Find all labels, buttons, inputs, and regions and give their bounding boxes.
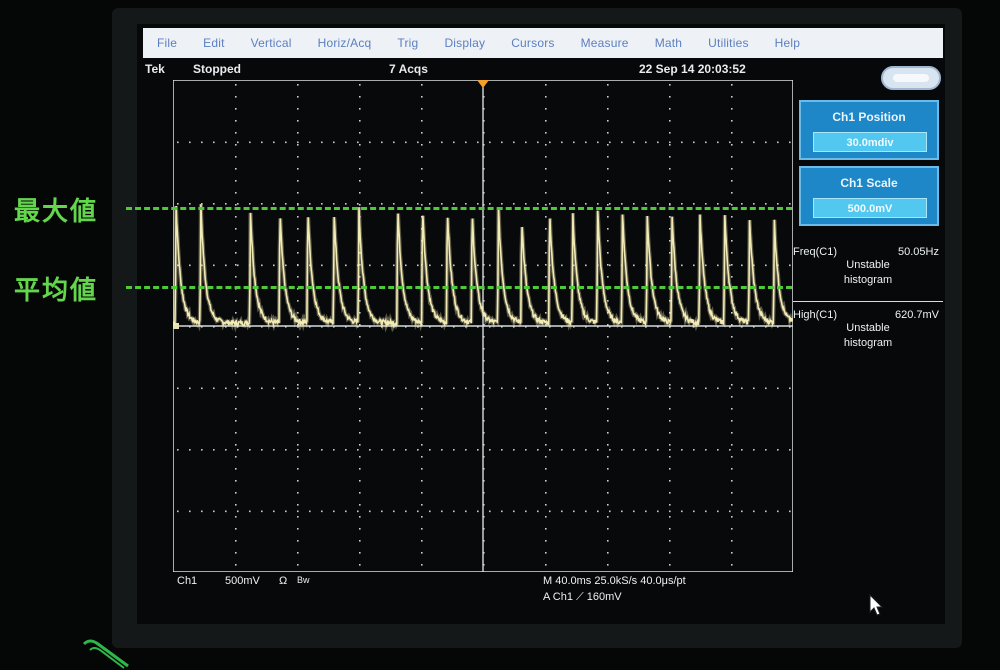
menu-cursors[interactable]: Cursors <box>511 36 554 50</box>
ch1-position-value[interactable]: 30.0mdiv <box>813 132 927 152</box>
menu-bar: File Edit Vertical Horiz/Acq Trig Displa… <box>143 28 943 58</box>
menu-utilities[interactable]: Utilities <box>708 36 748 50</box>
measurement-freq[interactable]: Freq(C1) 50.05Hz Unstable histogram <box>793 246 943 288</box>
channel-label[interactable]: Ch1 <box>177 575 197 587</box>
menu-horiz-acq[interactable]: Horiz/Acq <box>318 36 372 50</box>
measurement-name: Freq(C1) <box>793 246 838 258</box>
ch1-scale-value[interactable]: 500.0mV <box>813 198 927 218</box>
menu-math[interactable]: Math <box>655 36 682 50</box>
horizontal-settings[interactable]: M 40.0ms 25.0kS/s 40.0μs/pt <box>543 575 686 587</box>
measurement-divider <box>793 301 943 302</box>
oscilloscope-screen: File Edit Vertical Horiz/Acq Trig Displa… <box>137 24 945 624</box>
coupling-icon: Ω <box>279 575 288 587</box>
menu-trig[interactable]: Trig <box>397 36 418 50</box>
ch1-scale-panel[interactable]: Ch1 Scale 500.0mV <box>799 166 939 226</box>
status-bar: Tek Stopped 7 Acqs 22 Sep 14 20:03:52 <box>137 62 945 78</box>
waveform-graticule <box>173 80 793 572</box>
mouse-pointer-icon <box>869 594 884 616</box>
acquisition-count: 7 Acqs <box>389 62 428 76</box>
average-value-line <box>126 286 792 289</box>
ch1-position-title: Ch1 Position <box>832 110 906 124</box>
menu-file[interactable]: File <box>157 36 177 50</box>
ch1-scale-title: Ch1 Scale <box>840 176 898 190</box>
measurement-name: High(C1) <box>793 309 838 321</box>
measurement-note: histogram <box>843 274 893 286</box>
bandwidth-icon: Bw <box>297 575 310 585</box>
measurement-note: histogram <box>843 337 893 349</box>
menu-measure[interactable]: Measure <box>581 36 629 50</box>
measurement-high[interactable]: High(C1) 620.7mV Unstable histogram <box>793 309 943 351</box>
ch1-position-panel[interactable]: Ch1 Position 30.0mdiv <box>799 100 939 160</box>
measurement-value: 620.7mV <box>894 309 939 321</box>
paperclip-icon <box>82 639 129 669</box>
volts-per-div[interactable]: 500mV <box>225 575 260 587</box>
average-value-label: 平均値 <box>14 276 99 306</box>
measurement-status: Unstable <box>846 322 890 334</box>
home-button[interactable] <box>881 66 941 90</box>
measurement-value: 50.05Hz <box>898 246 939 258</box>
run-state: Stopped <box>193 62 241 76</box>
menu-vertical[interactable]: Vertical <box>251 36 292 50</box>
brand-label: Tek <box>145 62 165 76</box>
max-value-line <box>126 207 792 210</box>
menu-display[interactable]: Display <box>444 36 485 50</box>
max-value-label: 最大値 <box>14 197 99 227</box>
date-time: 22 Sep 14 20:03:52 <box>639 62 746 76</box>
trigger-settings[interactable]: A Ch1 ⟋ 160mV <box>543 591 622 604</box>
menu-help[interactable]: Help <box>775 36 800 50</box>
measurement-status: Unstable <box>846 259 890 271</box>
menu-edit[interactable]: Edit <box>203 36 224 50</box>
